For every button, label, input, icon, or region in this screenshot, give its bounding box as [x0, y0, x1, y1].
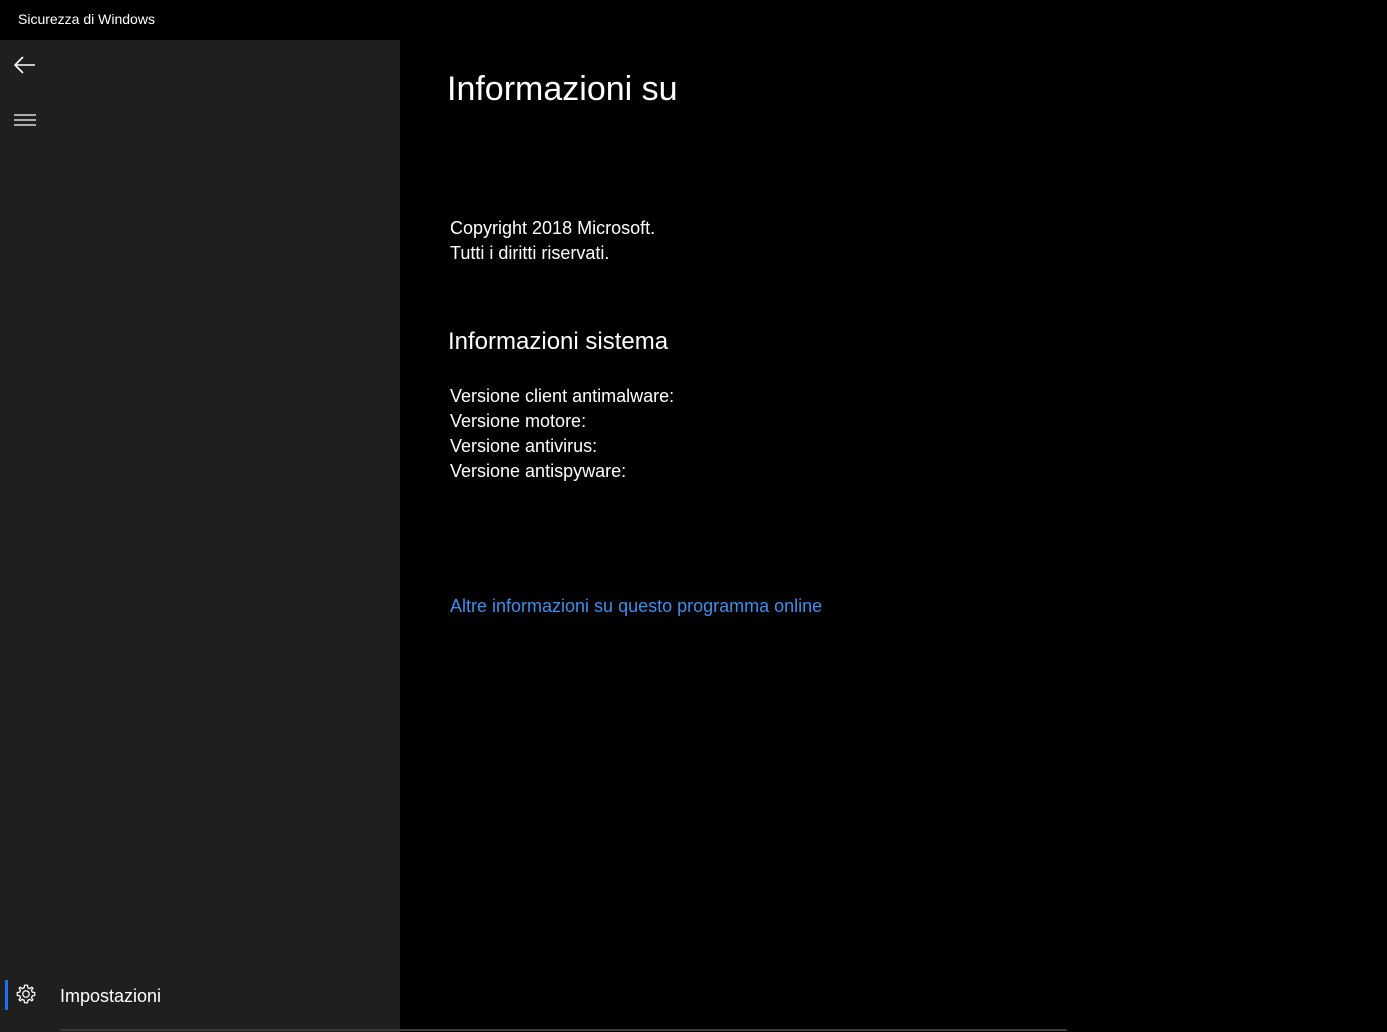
more-info-online-link[interactable]: Altre informazioni su questo programma o…	[450, 596, 822, 617]
copyright-line: Copyright 2018 Microsoft.	[450, 218, 656, 238]
window-title: Sicurezza di Windows	[18, 11, 155, 27]
hamburger-menu-button[interactable]	[0, 100, 50, 140]
gear-icon	[16, 984, 36, 1004]
selection-indicator	[5, 980, 8, 1010]
back-button[interactable]	[0, 45, 50, 85]
system-info-heading: Informazioni sistema	[448, 328, 669, 355]
copyright-text: Copyright 2018 Microsoft. Tutti i diritt…	[450, 216, 655, 266]
antivirus-version: Versione antivirus:	[450, 436, 598, 456]
back-arrow-icon	[14, 56, 35, 74]
page-title: Informazioni su	[447, 70, 678, 108]
hamburger-menu-icon	[14, 114, 36, 126]
system-info-list: Versione client antimalware: Versione mo…	[450, 384, 674, 484]
sidebar: Impostazioni	[0, 40, 400, 1032]
engine-version: Versione motore:	[450, 411, 587, 431]
sidebar-item-label: Impostazioni	[60, 986, 162, 1006]
main-content: Informazioni su Copyright 2018 Microsoft…	[400, 40, 1387, 1032]
rights-line: Tutti i diritti riservati.	[450, 243, 610, 263]
antimalware-client-version: Versione client antimalware:	[450, 386, 675, 406]
antispyware-version: Versione antispyware:	[450, 461, 627, 481]
bottom-divider	[60, 1029, 1067, 1031]
title-bar: Sicurezza di Windows	[0, 0, 1387, 40]
sidebar-item-settings[interactable]: Impostazioni	[0, 978, 400, 1014]
